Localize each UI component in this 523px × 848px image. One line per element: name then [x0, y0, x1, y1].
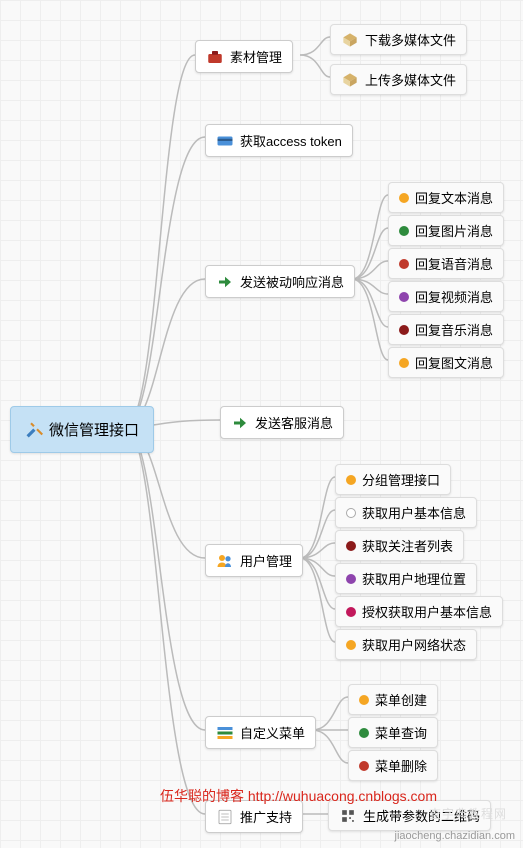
leaf-label: 授权获取用户基本信息 [362, 602, 492, 621]
bullet-icon [346, 508, 356, 518]
branch-passive[interactable]: 发送被动响应消息 [205, 265, 355, 298]
leaf-reply-voice[interactable]: 回复语音消息 [388, 248, 504, 279]
leaf-label: 回复图片消息 [415, 221, 493, 240]
leaf-label: 回复文本消息 [415, 188, 493, 207]
bullet-icon [346, 607, 356, 617]
leaf-label: 菜单创建 [375, 690, 427, 709]
leaf-user-info[interactable]: 获取用户基本信息 [335, 497, 477, 528]
bullet-icon [399, 259, 409, 269]
leaf-label: 上传多媒体文件 [365, 70, 456, 89]
leaf-label: 菜单删除 [375, 756, 427, 775]
leaf-label: 获取用户地理位置 [362, 569, 466, 588]
bullet-icon [346, 475, 356, 485]
branch-user[interactable]: 用户管理 [205, 544, 303, 577]
watermark-site-label: 查字典教程网 [429, 805, 507, 822]
branch-label: 推广支持 [240, 807, 292, 826]
qr-icon [339, 807, 357, 825]
card-icon [216, 132, 234, 150]
package-icon [341, 71, 359, 89]
leaf-label: 获取用户网络状态 [362, 635, 466, 654]
leaf-reply-image[interactable]: 回复图片消息 [388, 215, 504, 246]
leaf-menu-delete[interactable]: 菜单删除 [348, 750, 438, 781]
tools-icon [25, 421, 43, 439]
leaf-upload-media[interactable]: 上传多媒体文件 [330, 64, 467, 95]
leaf-user-location[interactable]: 获取用户地理位置 [335, 563, 477, 594]
branch-label: 发送客服消息 [255, 413, 333, 432]
root-node[interactable]: 微信管理接口 [10, 406, 154, 453]
users-icon [216, 552, 234, 570]
leaf-oauth-info[interactable]: 授权获取用户基本信息 [335, 596, 503, 627]
leaf-label: 回复图文消息 [415, 353, 493, 372]
arrow-right-icon [216, 273, 234, 291]
leaf-download-media[interactable]: 下载多媒体文件 [330, 24, 467, 55]
bullet-icon [399, 226, 409, 236]
leaf-reply-video[interactable]: 回复视频消息 [388, 281, 504, 312]
leaf-reply-news[interactable]: 回复图文消息 [388, 347, 504, 378]
leaf-label: 获取关注者列表 [362, 536, 453, 555]
leaf-reply-music[interactable]: 回复音乐消息 [388, 314, 504, 345]
arrow-right-icon [231, 414, 249, 432]
leaf-label: 分组管理接口 [362, 470, 440, 489]
branch-label: 获取access token [240, 131, 342, 150]
branch-customer[interactable]: 发送客服消息 [220, 406, 344, 439]
leaf-group-api[interactable]: 分组管理接口 [335, 464, 451, 495]
watermark-site: jiaocheng.chazidian.com [395, 830, 515, 842]
bullet-icon [399, 193, 409, 203]
bullet-icon [359, 728, 369, 738]
leaf-user-network[interactable]: 获取用户网络状态 [335, 629, 477, 660]
leaf-followers[interactable]: 获取关注者列表 [335, 530, 464, 561]
bullet-icon [359, 761, 369, 771]
leaf-menu-create[interactable]: 菜单创建 [348, 684, 438, 715]
menu-icon [216, 724, 234, 742]
branch-label: 自定义菜单 [240, 723, 305, 742]
leaf-label: 回复视频消息 [415, 287, 493, 306]
leaf-label: 菜单查询 [375, 723, 427, 742]
notepad-icon [216, 808, 234, 826]
toolbox-icon [206, 48, 224, 66]
root-label: 微信管理接口 [49, 419, 139, 440]
bullet-icon [399, 325, 409, 335]
leaf-label: 下载多媒体文件 [365, 30, 456, 49]
bullet-icon [346, 574, 356, 584]
branch-label: 素材管理 [230, 47, 282, 66]
bullet-icon [399, 358, 409, 368]
package-icon [341, 31, 359, 49]
bullet-icon [359, 695, 369, 705]
branch-token[interactable]: 获取access token [205, 124, 353, 157]
leaf-label: 回复音乐消息 [415, 320, 493, 339]
bullet-icon [346, 541, 356, 551]
branch-menu[interactable]: 自定义菜单 [205, 716, 316, 749]
leaf-label: 获取用户基本信息 [362, 503, 466, 522]
leaf-label: 回复语音消息 [415, 254, 493, 273]
watermark-blog: 伍华聪的博客 http://wuhuacong.cnblogs.com [160, 786, 437, 806]
bullet-icon [346, 640, 356, 650]
bullet-icon [399, 292, 409, 302]
branch-label: 发送被动响应消息 [240, 272, 344, 291]
leaf-menu-query[interactable]: 菜单查询 [348, 717, 438, 748]
leaf-reply-text[interactable]: 回复文本消息 [388, 182, 504, 213]
branch-label: 用户管理 [240, 551, 292, 570]
branch-material[interactable]: 素材管理 [195, 40, 293, 73]
